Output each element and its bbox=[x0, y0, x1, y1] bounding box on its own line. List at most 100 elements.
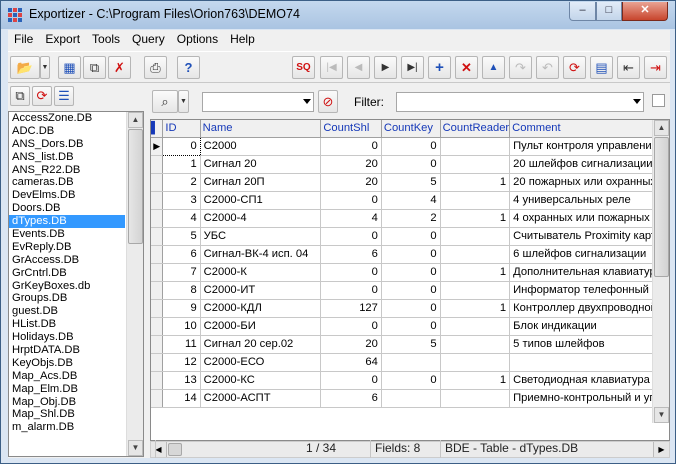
back-icon[interactable]: ⇤ bbox=[617, 56, 640, 79]
table-cell-countkey[interactable]: 0 bbox=[381, 155, 441, 174]
table-row[interactable]: ▶ 0 С2000 0 0 Пульт контроля управления bbox=[151, 136, 669, 156]
table-cell-countreader[interactable] bbox=[440, 335, 511, 354]
table-cell-countshl[interactable]: 4 bbox=[320, 209, 382, 228]
table-cell-comment[interactable]: Считыватель Proximity карт bbox=[509, 227, 669, 246]
table-cell-countshl[interactable]: 6 bbox=[320, 389, 382, 408]
table-cell-countshl[interactable]: 0 bbox=[320, 263, 382, 282]
table-cell-id[interactable]: 8 bbox=[162, 281, 201, 300]
table-cell-name[interactable]: Сигнал 20П bbox=[200, 173, 322, 192]
table-cell-name[interactable]: Сигнал 20 сер.02 bbox=[200, 335, 322, 354]
table-cell-name[interactable]: УБС bbox=[200, 227, 322, 246]
column-header-countkey[interactable]: CountKey bbox=[381, 120, 441, 138]
table-cell-name[interactable]: С2000-КС bbox=[200, 371, 322, 390]
sql-icon[interactable]: SQ bbox=[292, 56, 315, 79]
table-cell-id[interactable]: 11 bbox=[162, 335, 201, 354]
help-icon[interactable]: ? bbox=[177, 56, 200, 79]
table-row[interactable]: 12 С2000-ЕСО 64 bbox=[151, 353, 669, 372]
table-cell-comment[interactable]: 4 универсальных реле bbox=[509, 191, 669, 210]
column-header-comment[interactable]: Comment bbox=[509, 120, 669, 138]
table-cell-countreader[interactable]: 1 bbox=[440, 371, 511, 390]
table-cell-countshl[interactable]: 20 bbox=[320, 155, 382, 174]
menu-tools[interactable]: Tools bbox=[86, 30, 126, 49]
file-list-item[interactable]: m_alarm.DB bbox=[9, 421, 125, 434]
table-cell-name[interactable]: С2000-К bbox=[200, 263, 322, 282]
table-cell-id[interactable]: 12 bbox=[162, 353, 201, 372]
file-list-item[interactable]: DevElms.DB bbox=[9, 189, 125, 202]
table-row[interactable]: 11 Сигнал 20 сер.02 20 5 5 типов шлейфов bbox=[151, 335, 669, 354]
refresh-icon[interactable]: ⟳ bbox=[563, 56, 586, 79]
column-header-id[interactable]: ID bbox=[162, 120, 201, 138]
menu-options[interactable]: Options bbox=[171, 30, 224, 49]
table-cell-countkey[interactable]: 4 bbox=[381, 191, 441, 210]
table-row[interactable]: 8 С2000-ИТ 0 0 Информатор телефонный bbox=[151, 281, 669, 300]
table-cell-name[interactable]: С2000-КДЛ bbox=[200, 299, 322, 318]
table-row[interactable]: 6 Сигнал-ВК-4 исп. 04 6 0 6 шлейфов сигнализ… bbox=[151, 245, 669, 264]
file-list-item[interactable]: KeyObjs.DB bbox=[9, 357, 125, 370]
row-indicator[interactable] bbox=[151, 371, 164, 390]
edit-icon[interactable]: ▲ bbox=[482, 56, 505, 79]
file-list-item[interactable]: dTypes.DB bbox=[9, 215, 125, 229]
table-cell-comment[interactable]: Светодиодная клавиатура bbox=[509, 371, 669, 390]
insert-icon[interactable]: + bbox=[428, 56, 451, 79]
menu-file[interactable]: File bbox=[8, 30, 39, 49]
first-icon[interactable]: |◀ bbox=[320, 56, 343, 79]
table-cell-countreader[interactable] bbox=[440, 389, 511, 408]
table-cell-countreader[interactable]: 1 bbox=[440, 209, 511, 228]
filter-checkbox[interactable] bbox=[652, 94, 665, 107]
table-cell-comment[interactable] bbox=[509, 353, 669, 372]
file-list-item[interactable]: ADC.DB bbox=[9, 125, 125, 138]
table-cell-countshl[interactable]: 127 bbox=[320, 299, 382, 318]
file-list-item[interactable]: Events.DB bbox=[9, 228, 125, 241]
table-row[interactable]: 7 С2000-К 0 0 1 Дополнительная клавиатура bbox=[151, 263, 669, 282]
row-indicator[interactable] bbox=[151, 317, 164, 336]
row-indicator[interactable] bbox=[151, 155, 164, 174]
table-cell-name[interactable]: С2000-БИ bbox=[200, 317, 322, 336]
table-cell-comment[interactable]: 5 типов шлейфов bbox=[509, 335, 669, 354]
no-filter-icon[interactable]: ⊘ bbox=[318, 90, 338, 113]
file-list-item[interactable]: GrKeyBoxes.db bbox=[9, 280, 125, 293]
file-list-item[interactable]: HrptDATA.DB bbox=[9, 344, 125, 357]
menu-export[interactable]: Export bbox=[39, 30, 86, 49]
table-cell-id[interactable]: 10 bbox=[162, 317, 201, 336]
grid-scroll-thumb[interactable] bbox=[654, 137, 669, 277]
table-cell-countshl[interactable]: 20 bbox=[320, 173, 382, 192]
table-cell-countshl[interactable]: 20 bbox=[320, 335, 382, 354]
maximize-button[interactable]: □ bbox=[596, 2, 622, 21]
scroll-thumb[interactable] bbox=[128, 129, 143, 244]
grid-scroll-up-icon[interactable]: ▲ bbox=[654, 120, 669, 136]
file-list-item[interactable]: Map_Acs.DB bbox=[9, 370, 125, 383]
table-cell-comment[interactable]: Приемно-контрольный и упр bbox=[509, 389, 669, 408]
table-grid-icon[interactable]: ▦ bbox=[58, 56, 81, 79]
table-cell-countshl[interactable]: 64 bbox=[320, 353, 382, 372]
table-cell-countkey[interactable] bbox=[381, 389, 441, 408]
post-icon[interactable]: ↷ bbox=[509, 56, 532, 79]
file-list-item[interactable]: guest.DB bbox=[9, 305, 125, 318]
table-cell-comment[interactable]: Дополнительная клавиатура bbox=[509, 263, 669, 282]
table-cell-countreader[interactable] bbox=[440, 227, 511, 246]
table-cell-comment[interactable]: Пульт контроля управления bbox=[509, 137, 669, 156]
table-row[interactable]: 13 С2000-КС 0 0 1 Светодиодная клавиатура bbox=[151, 371, 669, 390]
file-list-item[interactable]: cameras.DB bbox=[9, 176, 125, 189]
table-cell-countshl[interactable]: 0 bbox=[320, 191, 382, 210]
table-cell-id[interactable]: 6 bbox=[162, 245, 201, 264]
table-cell-countshl[interactable]: 0 bbox=[320, 137, 382, 156]
table-cell-countreader[interactable]: 1 bbox=[440, 299, 511, 318]
open-folder-icon[interactable]: 📂 bbox=[10, 56, 40, 79]
table-cell-id[interactable]: 5 bbox=[162, 227, 201, 246]
grid-scroll-down-icon[interactable]: ▼ bbox=[654, 407, 669, 423]
binoculars-icon[interactable]: ⌕ bbox=[152, 90, 178, 113]
table-cell-id[interactable]: 0 bbox=[162, 136, 201, 156]
table-cell-countreader[interactable] bbox=[440, 191, 511, 210]
table-cell-name[interactable]: С2000-ИТ bbox=[200, 281, 322, 300]
table-cell-comment[interactable]: 4 охранных или пожарных ш bbox=[509, 209, 669, 228]
row-indicator[interactable] bbox=[151, 353, 164, 372]
column-header-countshl[interactable]: CountShl bbox=[320, 120, 382, 138]
table-cell-countreader[interactable] bbox=[440, 137, 511, 156]
table-cell-name[interactable]: С2000-СП1 bbox=[200, 191, 322, 210]
scroll-up-icon[interactable]: ▲ bbox=[128, 112, 143, 128]
search-dropdown-icon[interactable]: ▼ bbox=[178, 90, 189, 113]
menu-query[interactable]: Query bbox=[126, 30, 171, 49]
table-cell-countreader[interactable] bbox=[440, 281, 511, 300]
table-cell-id[interactable]: 2 bbox=[162, 173, 201, 192]
file-list-item[interactable]: ANS_R22.DB bbox=[9, 164, 125, 177]
